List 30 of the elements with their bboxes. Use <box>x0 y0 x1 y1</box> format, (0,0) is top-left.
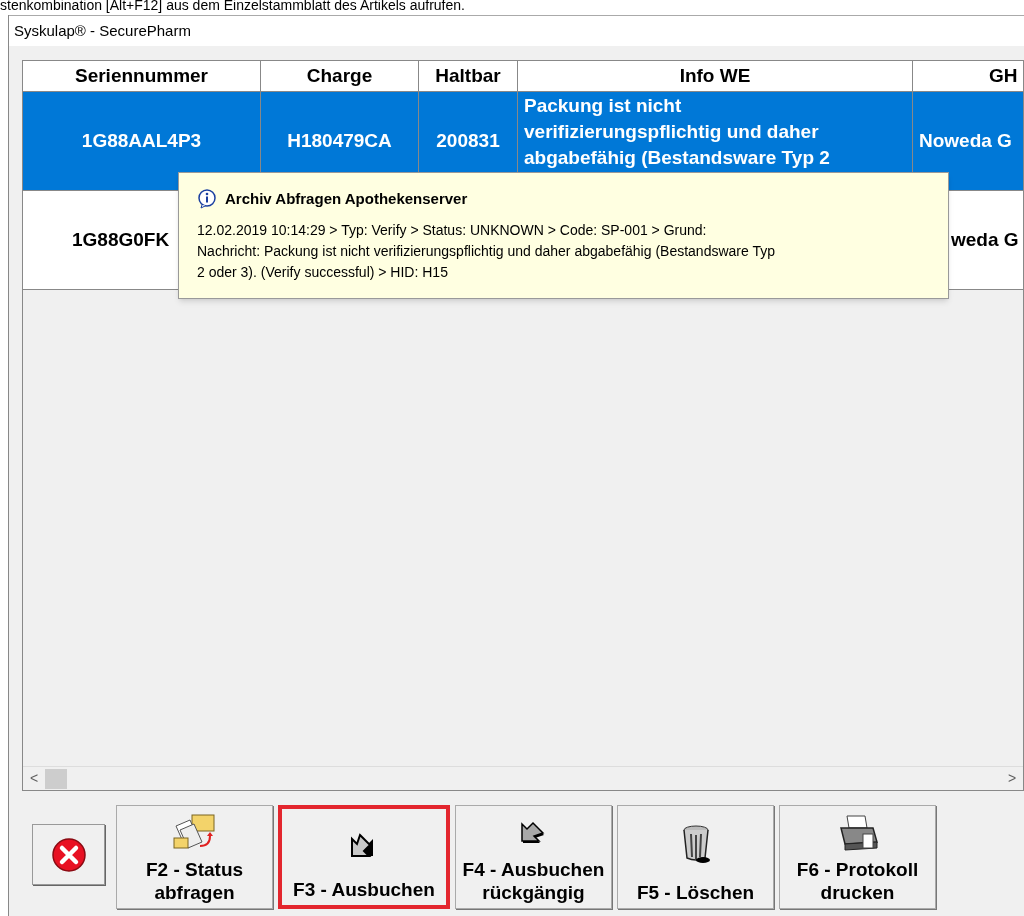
function-button[interactable]: F5 - Löschen <box>617 805 774 909</box>
function-button[interactable]: F6 - Protokoll drucken <box>779 805 936 909</box>
column-header-text: Info WE <box>679 63 751 88</box>
function-button[interactable]: F4 - Ausbuchen rückgängig <box>455 805 612 909</box>
table-cell-text: weda G <box>951 228 1019 252</box>
table-cell-text: Noweda G <box>919 129 1012 153</box>
table-cell-text: H180479CA <box>287 129 392 153</box>
window-title: Syskulap® - SecurePharm <box>14 20 191 41</box>
table-cell-text: 200831 <box>436 129 500 153</box>
column-header-text: Seriennummer <box>74 63 208 88</box>
close-icon <box>50 836 87 873</box>
folder-documents-icon <box>171 812 218 852</box>
column-header-text: Haltbar <box>435 63 501 88</box>
function-button[interactable]: F3 - Ausbuchen <box>278 805 450 909</box>
horizontal-scrollbar[interactable]: < > <box>23 766 1023 790</box>
table-cell-text: 1G88G0FK <box>72 228 170 252</box>
tooltip-message: 12.02.2019 10:14:29 > Typ: Verify > Status: UNKNOWN > Code: SP-001 > Grund: Nachricht: Packung ist nicht verifizierungspflichtig und daher abgabefähig (Bestandsware Typ 2 oder 3). (Verify successful) > HID: H15 <box>197 220 776 282</box>
table-cell-text: Packung ist nicht verifizierungspflichtig und daher abgabefähig (Bestandsware Typ 2 <box>524 94 831 170</box>
info-icon <box>197 189 217 210</box>
function-button[interactable]: F2 - Status abfragen <box>116 805 273 909</box>
page-caption: stenkombination [Alt+F12] aus dem Einzelstammblatt des Artikels aufrufen. <box>0 0 465 13</box>
column-header-text: Charge <box>306 63 373 88</box>
scroll-left-button[interactable]: < <box>23 768 45 789</box>
column-header-text: GH <box>989 63 1018 88</box>
trash-can-icon <box>680 823 711 864</box>
table-cell-text: 1G88AAL4P3 <box>81 129 202 153</box>
scrollbar-thumb[interactable] <box>45 768 67 789</box>
close-button[interactable] <box>32 824 105 885</box>
tooltip-title: Archiv Abfragen Apothekenserver <box>225 189 468 209</box>
scroll-right-button[interactable]: > <box>1001 768 1023 789</box>
